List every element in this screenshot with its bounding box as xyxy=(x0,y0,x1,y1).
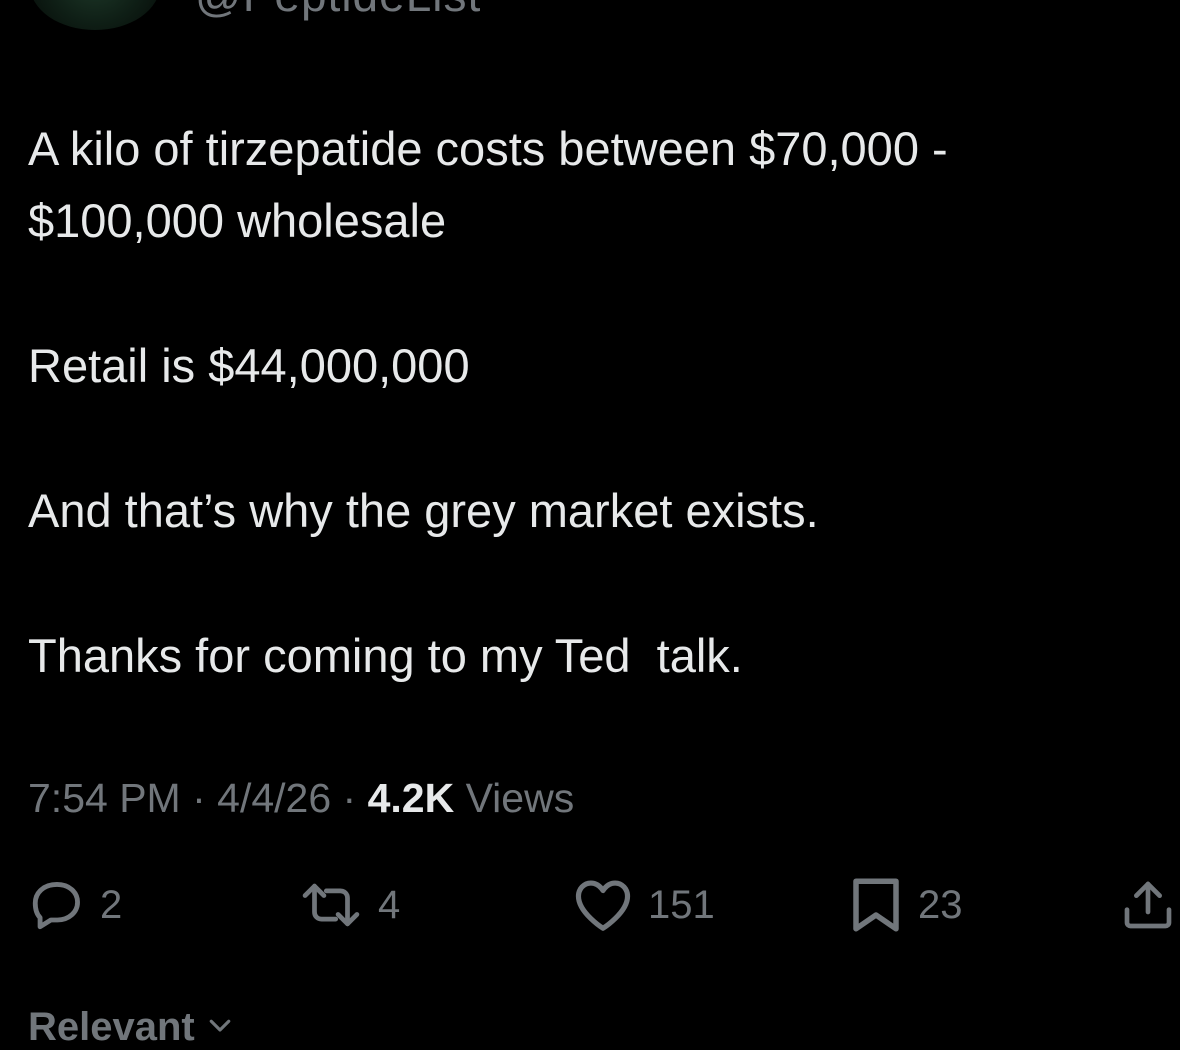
like-count: 151 xyxy=(648,882,715,927)
bookmark-button[interactable]: 23 xyxy=(848,870,963,940)
tweet-meta: 7:54 PM · 4/4/26 · 4.2K Views xyxy=(28,775,574,822)
meta-separator: · xyxy=(331,775,368,821)
views-count[interactable]: 4.2K xyxy=(368,775,455,821)
heart-icon xyxy=(572,876,634,934)
author-handle[interactable]: @PeptideList xyxy=(195,0,481,18)
tweet-date[interactable]: 4/4/26 xyxy=(217,775,331,821)
reply-count: 2 xyxy=(100,882,123,927)
like-button[interactable]: 151 xyxy=(572,870,715,940)
tweet-text: A kilo of tirzepatide costs between $70,… xyxy=(28,113,1148,692)
tweet-paragraph: Retail is $44,000,000 xyxy=(28,339,470,392)
tweet-paragraph: And that’s why the grey market exists. xyxy=(28,484,819,537)
share-button[interactable] xyxy=(1120,870,1176,940)
sort-label: Relevant xyxy=(28,1005,195,1049)
share-icon xyxy=(1120,876,1176,934)
repost-button[interactable]: 4 xyxy=(298,870,400,940)
tweet-paragraph: Thanks for coming to my Ted talk. xyxy=(28,629,743,682)
sort-replies-dropdown[interactable]: Relevant xyxy=(28,1005,235,1050)
reply-button[interactable]: 2 xyxy=(28,870,122,940)
meta-separator: · xyxy=(180,775,218,821)
tweet-paragraph: A kilo of tirzepatide costs between $70,… xyxy=(28,122,948,247)
action-bar: 2 4 151 23 xyxy=(0,870,1180,940)
avatar[interactable] xyxy=(30,0,160,30)
chevron-down-icon xyxy=(205,1005,235,1050)
views-label: Views xyxy=(454,775,575,821)
reply-icon xyxy=(28,876,86,934)
repost-count: 4 xyxy=(378,882,401,927)
bookmark-icon xyxy=(848,875,904,935)
repost-icon xyxy=(298,876,364,934)
tweet-header: @PeptideList xyxy=(0,0,1180,30)
bookmark-count: 23 xyxy=(918,882,963,927)
tweet-time[interactable]: 7:54 PM xyxy=(28,775,181,821)
